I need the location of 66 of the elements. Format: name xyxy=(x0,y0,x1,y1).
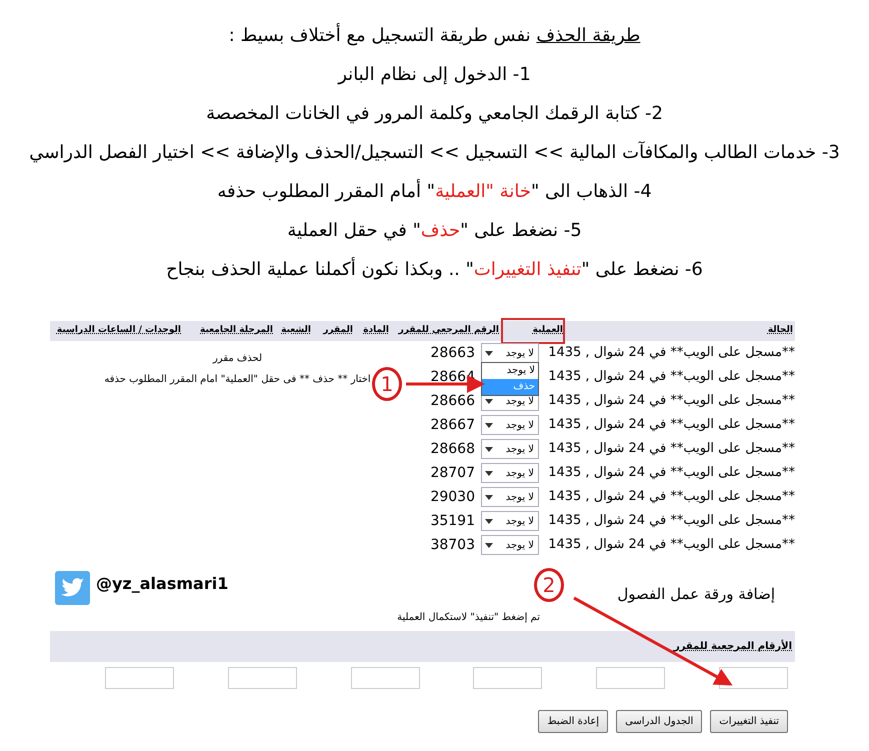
input-field[interactable] xyxy=(473,666,542,688)
input-field[interactable] xyxy=(228,666,297,688)
status-text: **مسجل على الويب** في 24 شوال , 1435 xyxy=(548,464,795,482)
form-button[interactable]: إعادة الضبط xyxy=(538,710,608,732)
operation-select[interactable]: لا يوجد xyxy=(481,463,539,483)
crn-text: 28666 xyxy=(430,392,476,410)
crn-text: 38703 xyxy=(430,536,476,554)
column-header: الشعبة xyxy=(281,324,311,338)
column-header: الوحدات / الساعات الدراسية xyxy=(56,324,181,338)
input-field[interactable] xyxy=(719,666,788,688)
note-text: اختار ** حذف ** فى حقل "العملية" امام المقرر المطلوب حذفه xyxy=(104,373,371,387)
instruction-line: 3- خدمات الطالب والمكافآت المالية >> التسجيل >> التسجيل/الحذف والإضافة >> اختيار الفصل الدراسي xyxy=(29,140,840,165)
caret-icon xyxy=(485,542,493,548)
caret-icon xyxy=(485,518,493,524)
column-header: الرقم المرجعي للمقرر xyxy=(398,324,499,338)
instruction-line: 5- نضغط على "حذف" في حقل العملية xyxy=(287,219,582,243)
instruction-line: 6- نضغط على "تنفيذ التغييرات" .. وبكذا نكون أكملنا عملية الحذف بنجاح xyxy=(166,256,703,282)
crn-text: 28667 xyxy=(430,416,476,434)
status-text: **مسجل على الويب** في 24 شوال , 1435 xyxy=(548,416,795,434)
operation-select[interactable]: لا يوجد xyxy=(481,535,539,555)
instruction-line: طريقة الحذف نفس طريقة التسجيل مع أختلاف بسيط : xyxy=(228,22,640,48)
instruction-line: 1- الدخول إلى نظام البانر xyxy=(338,63,531,87)
operation-select[interactable]: لا يوجد xyxy=(481,415,539,435)
input-field[interactable] xyxy=(350,666,420,688)
column-header: الحالة xyxy=(768,324,793,338)
status-text: **مسجل على الويب** في 24 شوال , 1435 xyxy=(548,512,795,530)
input-field[interactable] xyxy=(596,666,666,688)
status-text: **مسجل على الويب** في 24 شوال , 1435 xyxy=(548,440,795,458)
form-button[interactable]: تنفيذ التغييرات xyxy=(710,710,788,732)
caret-icon xyxy=(485,470,493,476)
caret-icon xyxy=(485,422,493,428)
section-title: إضافة ورقة عمل الفصول xyxy=(617,584,775,605)
crn-text: 28707 xyxy=(430,464,476,482)
column-header: المقرر xyxy=(323,324,353,338)
status-text: **مسجل على الويب** في 24 شوال , 1435 xyxy=(548,344,795,362)
status-text: **مسجل على الويب** في 24 شوال , 1435 xyxy=(548,536,795,554)
caret-icon xyxy=(485,446,493,452)
status-text: **مسجل على الويب** في 24 شوال , 1435 xyxy=(548,368,795,386)
note-text: تم إضغط "تنفيذ" لاستكمال العملية xyxy=(397,610,540,624)
caret-icon xyxy=(485,350,493,356)
twitter-handle: @yz_alasmari1 xyxy=(96,573,228,595)
column-header: العملية xyxy=(503,320,563,342)
dropdown-option[interactable]: لا يوجد xyxy=(482,363,538,379)
crn-text: 29030 xyxy=(430,488,476,506)
column-header: المرحلة الجامعية xyxy=(200,324,273,338)
input-field[interactable] xyxy=(105,666,174,688)
operation-select[interactable]: لا يوجد xyxy=(481,511,539,531)
note-text: لحذف مقرر xyxy=(212,352,262,366)
number-marker: 2 xyxy=(534,568,564,602)
crn-text: 28663 xyxy=(430,344,476,362)
operation-select[interactable]: لا يوجد xyxy=(481,343,539,363)
form-button[interactable]: الجدول الدراسى xyxy=(616,710,702,732)
status-text: **مسجل على الويب** في 24 شوال , 1435 xyxy=(548,392,795,410)
column-header: المادة xyxy=(363,324,389,338)
crn-text: 35191 xyxy=(430,512,476,530)
column-header: الأرقام المرجعية للمقرر xyxy=(674,638,792,654)
crn-text: 28668 xyxy=(430,440,476,458)
caret-icon xyxy=(485,494,493,500)
number-marker: 1 xyxy=(372,367,402,401)
bird-icon xyxy=(55,571,90,605)
instruction-line: 2- كتابة الرقمك الجامعي وكلمة المرور في الخانات المخصصة xyxy=(206,102,663,126)
status-text: **مسجل على الويب** في 24 شوال , 1435 xyxy=(548,488,795,506)
operation-select[interactable]: لا يوجد xyxy=(481,439,539,459)
caret-icon xyxy=(485,398,493,404)
operation-select[interactable]: لا يوجد xyxy=(481,487,539,507)
instruction-line: 4- الذهاب الى "خانة "العملية" أمام المقرر المطلوب حذفه xyxy=(217,178,652,204)
